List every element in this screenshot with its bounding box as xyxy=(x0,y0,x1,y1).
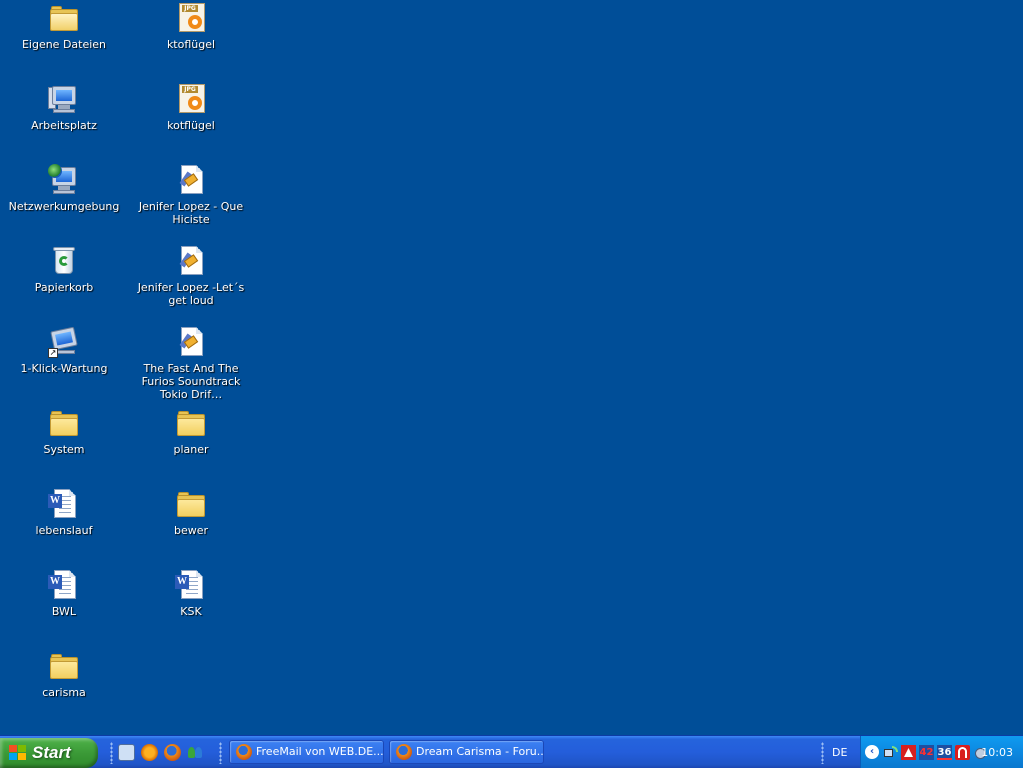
folder-icon xyxy=(48,407,80,439)
desktop-icon-recycle-bin[interactable]: Papierkorb xyxy=(0,245,128,294)
show-hidden-icons-button[interactable]: ‹ xyxy=(865,745,879,759)
desktop-icon-my-computer[interactable]: Arbeitsplatz xyxy=(0,83,128,132)
desktop-icon-carisma[interactable]: carisma xyxy=(0,650,128,699)
desktop-icon-jlo-que-hiciste[interactable]: Jenifer Lopez - Que Hiciste xyxy=(127,164,255,226)
network-places-icon xyxy=(48,164,80,196)
desktop-icon-jlo-lets-get-loud[interactable]: Jenifer Lopez -Let´s get loud xyxy=(127,245,255,307)
media-file-icon xyxy=(175,245,207,277)
tray-icon-36[interactable]: 36 xyxy=(937,745,952,760)
my-computer-icon xyxy=(48,83,80,115)
desktop-icon-fast-furious-soundtrack[interactable]: The Fast And The Furios Soundtrack Tokio… xyxy=(127,326,255,401)
desktop-icon-label: Jenifer Lopez -Let´s get loud xyxy=(137,281,245,307)
desktop-icon-label: ktoflügel xyxy=(166,38,216,51)
avira-icon[interactable] xyxy=(955,745,970,760)
desktop-icon-label: carisma xyxy=(42,686,86,699)
jpg-image-icon: JPG xyxy=(175,2,207,34)
desktop-icon-label: KSK xyxy=(180,605,202,618)
desktop-icon-ktofluegel[interactable]: JPG ktoflügel xyxy=(127,2,255,51)
antivirus-icon[interactable] xyxy=(901,745,916,760)
desktop-icon-bwl[interactable]: W BWL xyxy=(0,569,128,618)
folder-icon xyxy=(48,650,80,682)
my-documents-icon xyxy=(48,2,80,34)
desktop-icon-network-places[interactable]: Netzwerkumgebung xyxy=(0,164,128,213)
desktop-icon-label: kotflügel xyxy=(167,119,215,132)
desktop-icon-label: Eigene Dateien xyxy=(21,38,107,51)
desktop-icon-label: lebenslauf xyxy=(35,524,93,537)
show-desktop-icon[interactable] xyxy=(118,744,135,761)
desktop-icon-label: bewer xyxy=(173,524,209,537)
system-tray: ‹ 42 36 10:03 xyxy=(860,736,1023,768)
word-document-icon: W xyxy=(175,569,207,601)
desktop-icon-label: 1-Klick-Wartung xyxy=(20,362,108,375)
recycle-bin-icon xyxy=(48,245,80,277)
desktop-icon-label: planer xyxy=(173,443,209,456)
language-bar-grip[interactable] xyxy=(821,742,824,764)
word-document-icon: W xyxy=(48,488,80,520)
media-file-icon xyxy=(175,326,207,358)
firefox-icon xyxy=(236,744,252,760)
desktop-icon-label: Arbeitsplatz xyxy=(31,119,97,132)
desktop-icon-my-documents[interactable]: Eigene Dateien xyxy=(0,2,128,51)
quick-launch-grip[interactable] xyxy=(110,742,113,764)
maintenance-shortcut-icon: ↗ xyxy=(48,326,80,358)
start-label: Start xyxy=(32,743,71,762)
desktop-icon-label: BWL xyxy=(51,605,77,618)
tray-icon-42[interactable]: 42 xyxy=(919,745,934,760)
start-button[interactable]: Start xyxy=(0,738,98,768)
folder-icon xyxy=(175,488,207,520)
word-document-icon: W xyxy=(48,569,80,601)
folder-icon xyxy=(175,407,207,439)
task-button-dream-carisma[interactable]: Dream Carisma - Foru... xyxy=(389,740,544,764)
messenger-icon[interactable] xyxy=(187,744,204,761)
desktop-icon-label: Jenifer Lopez - Que Hiciste xyxy=(138,200,244,226)
network-icon[interactable] xyxy=(883,745,898,760)
taskbar: Start FreeMail von WEB.DE... Dream Caris… xyxy=(0,735,1023,768)
desktop-icon-label: Netzwerkumgebung xyxy=(8,200,120,213)
taskbar-grip[interactable] xyxy=(219,742,222,764)
shortcut-arrow-icon: ↗ xyxy=(48,348,58,358)
quick-launch-bar xyxy=(118,744,204,762)
desktop-icon-label: System xyxy=(43,443,85,456)
windows-logo-icon xyxy=(9,745,27,761)
jpg-image-icon: JPG xyxy=(175,83,207,115)
language-indicator[interactable]: DE xyxy=(832,746,847,759)
desktop-icon-lebenslauf[interactable]: W lebenslauf xyxy=(0,488,128,537)
task-button-freemail[interactable]: FreeMail von WEB.DE... xyxy=(229,740,384,764)
desktop-icon-ksk[interactable]: W KSK xyxy=(127,569,255,618)
desktop-icon-planer[interactable]: planer xyxy=(127,407,255,456)
desktop-icon-bewer[interactable]: bewer xyxy=(127,488,255,537)
desktop: Eigene Dateien Arbeitsplatz Netzwerkumge… xyxy=(0,0,1023,735)
task-label: FreeMail von WEB.DE... xyxy=(256,745,384,758)
desktop-icon-label: Papierkorb xyxy=(34,281,94,294)
desktop-icon-system[interactable]: System xyxy=(0,407,128,456)
task-label: Dream Carisma - Foru... xyxy=(416,745,544,758)
desktop-icon-label: The Fast And The Furios Soundtrack Tokio… xyxy=(141,362,241,401)
clock[interactable]: 10:03 xyxy=(981,746,1013,759)
desktop-icon-1-klick-wartung[interactable]: ↗ 1-Klick-Wartung xyxy=(0,326,128,375)
desktop-icon-kotfluegel[interactable]: JPG kotflügel xyxy=(127,83,255,132)
firefox-icon xyxy=(396,744,412,760)
media-file-icon xyxy=(175,164,207,196)
firefox-icon[interactable] xyxy=(164,744,181,761)
media-player-icon[interactable] xyxy=(141,744,158,761)
